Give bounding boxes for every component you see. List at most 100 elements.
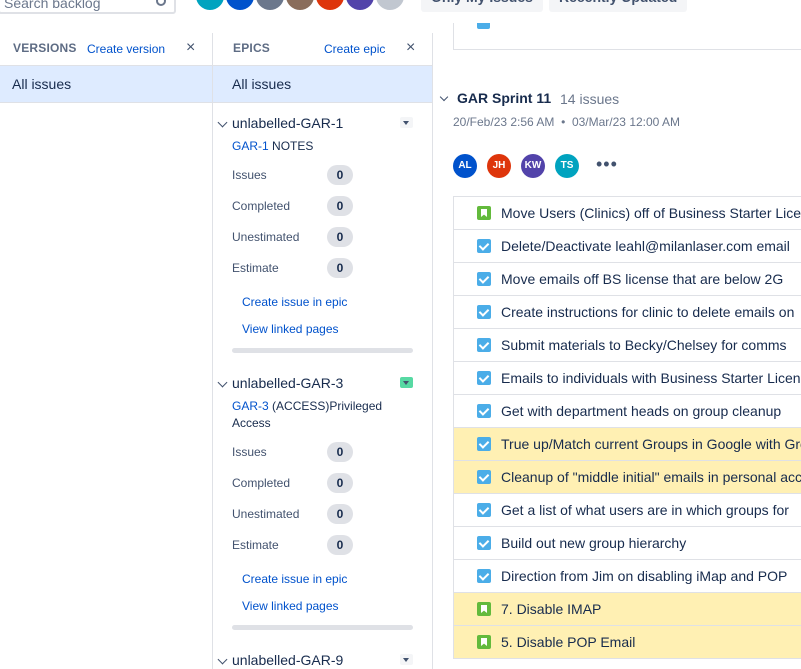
issue-row[interactable] [453,23,801,50]
versions-title: VERSIONS [13,41,77,55]
task-icon [477,272,491,286]
issue-summary: Submit materials to Becky/Chelsey for co… [501,337,787,353]
view-linked-pages-link[interactable]: View linked pages [242,322,339,336]
stat-badge: 0 [327,227,353,247]
avatar[interactable]: AL [453,154,477,178]
stat-label: Completed [232,199,291,213]
epic-name: unlabelled-GAR-9 [232,652,344,668]
issue-row[interactable]: Build out new group hierarchy [454,527,801,560]
sprint-issue-count: 14 issues [560,91,620,107]
versions-all-issues[interactable]: All issues [0,65,212,103]
task-icon [477,470,491,484]
epic-color-dropdown-icon[interactable] [400,654,413,665]
close-icon[interactable]: × [186,39,195,57]
create-issue-in-epic-link[interactable]: Create issue in epic [242,572,347,586]
avatar[interactable] [254,0,286,12]
epic-key-link[interactable]: GAR-1 [232,139,269,153]
issue-summary: 5. Disable POP Email [501,634,636,650]
only-my-issues-button[interactable]: Only My Issues [421,0,543,12]
issue-row[interactable]: Cleanup of "middle initial" emails in pe… [454,461,801,494]
task-icon [477,338,491,352]
epic-progress-bar [232,348,413,353]
versions-header: VERSIONS Create version × [0,33,212,65]
epic-description: GAR-1 NOTES [232,138,402,155]
issue-summary: Build out new group hierarchy [501,535,687,551]
issue-summary: Get a list of what users are in which gr… [501,502,789,518]
issue-row[interactable]: 7. Disable IMAP [454,593,801,626]
versions-panel: VERSIONS Create version × All issues [0,33,213,669]
epics-title: EPICS [233,41,271,55]
create-version-link[interactable]: Create version [87,42,165,56]
issue-row[interactable]: Emails to individuals with Business Star… [454,362,801,395]
issue-summary: Emails to individuals with Business Star… [501,370,801,386]
avatar[interactable]: KW [344,0,376,12]
issue-summary: Get with department heads on group clean… [501,403,782,419]
recently-updated-button[interactable]: Recently Updated [549,0,688,12]
avatar[interactable]: TS [555,154,579,178]
issue-summary: Cleanup of "middle initial" emails in pe… [501,469,801,485]
chevron-down-icon[interactable] [217,117,228,128]
epic-progress-bar [232,625,413,630]
epic-summary: NOTES [268,139,314,153]
stat-label: Unestimated [232,230,300,244]
issue-row[interactable]: Move emails off BS license that are belo… [454,263,801,296]
issue-row[interactable]: Submit materials to Becky/Chelsey for co… [454,329,801,362]
epic-color-dropdown-icon[interactable] [400,117,413,128]
issue-summary: Move emails off BS license that are belo… [501,271,784,287]
issue-row[interactable]: Create instructions for clinic to delete… [454,296,801,329]
stat-label: Completed [232,476,291,490]
issue-row[interactable]: Get with department heads on group clean… [454,395,801,428]
avatar[interactable]: TS [194,0,226,12]
issue-row[interactable]: Move Users (Clinics) off of Business Sta… [454,197,801,230]
epics-panel: EPICS Create epic × All issues unlabelle… [213,33,433,669]
stat-badge: 0 [327,258,353,278]
story-icon [477,206,491,220]
avatar[interactable]: JH [314,0,346,12]
issue-summary: True up/Match current Groups in Google w… [501,436,801,452]
search-input[interactable]: Search backlog [0,0,176,14]
sprint-name[interactable]: GAR Sprint 11 [457,90,551,106]
issue-row[interactable]: Direction from Jim on disabling iMap and… [454,560,801,593]
epic-name: unlabelled-GAR-3 [232,375,344,391]
epics-header: EPICS Create epic × [213,33,432,65]
sprint-section: GAR Sprint 11 14 issues 20/Feb/23 2:56 A… [434,23,801,669]
task-icon [477,437,491,451]
avatar[interactable]: AL [224,0,256,12]
issue-row[interactable]: True up/Match current Groups in Google w… [454,428,801,461]
search-placeholder: Search backlog [4,0,101,11]
avatar[interactable]: KW [521,154,545,178]
create-issue-in-epic-link[interactable]: Create issue in epic [242,295,347,309]
issue-row[interactable]: Delete/Deactivate leahl@milanlaser.com e… [454,230,801,263]
epics-all-issues[interactable]: All issues [213,65,432,103]
stat-badge: 0 [327,196,353,216]
close-icon[interactable]: × [406,39,415,57]
epic-description: GAR-3 (ACCESS)Privileged Access [232,398,402,432]
story-icon [477,602,491,616]
issue-summary: Move Users (Clinics) off of Business Sta… [501,205,801,221]
task-icon [477,305,491,319]
stat-badge: 0 [327,165,353,185]
task-icon [477,569,491,583]
more-options-icon[interactable]: ••• [596,155,618,173]
view-linked-pages-link[interactable]: View linked pages [242,599,339,613]
chevron-down-icon[interactable] [217,654,228,665]
stat-badge: 0 [327,535,353,555]
avatar[interactable] [374,0,406,12]
chevron-down-icon[interactable] [439,92,449,102]
issue-summary: Direction from Jim on disabling iMap and… [501,568,788,584]
stat-badge: 0 [327,442,353,462]
avatar[interactable] [284,0,316,12]
issue-summary: 7. Disable IMAP [501,601,602,617]
stat-badge: 0 [327,504,353,524]
avatar[interactable]: JH [487,154,511,178]
chevron-down-icon[interactable] [217,377,228,388]
story-icon [477,635,491,649]
sprint-start: 20/Feb/23 2:56 AM [453,115,555,129]
issue-row[interactable]: 5. Disable POP Email [454,626,801,659]
issue-summary: Delete/Deactivate leahl@milanlaser.com e… [501,238,790,254]
issue-row[interactable]: Get a list of what users are in which gr… [454,494,801,527]
create-epic-link[interactable]: Create epic [324,42,385,56]
epic-color-dropdown-icon[interactable] [400,377,413,388]
epic-key-link[interactable]: GAR-3 [232,399,269,413]
stat-label: Unestimated [232,507,300,521]
